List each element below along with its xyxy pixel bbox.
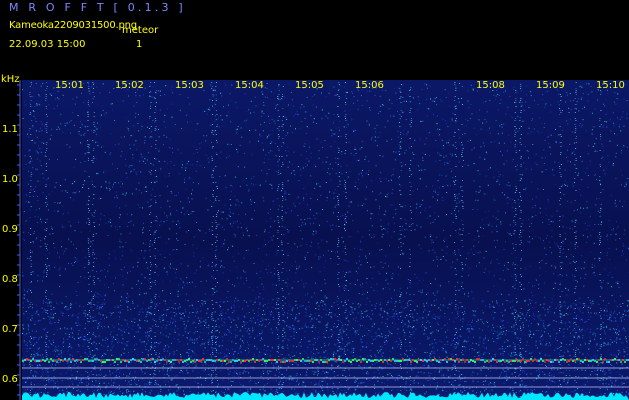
y-tick-0-7: 0.7 — [2, 324, 18, 335]
y-tick-1-1: 1.1 — [2, 124, 18, 135]
unit-label: kHz — [1, 74, 20, 85]
spectrogram — [17, 80, 629, 400]
spectrogram-background — [22, 80, 629, 400]
y-tick-0-6: 0.6 — [2, 374, 18, 385]
x-tick-1504: 15:04 — [235, 80, 264, 91]
x-tick-1505: 15:05 — [295, 80, 324, 91]
x-tick-1501: 15:01 — [55, 80, 84, 91]
x-tick-1508: 15:08 — [476, 80, 505, 91]
y-tick-0-8: 0.8 — [2, 274, 18, 285]
y-tick-0-9: 0.9 — [2, 224, 18, 235]
x-tick-1510: 15:10 — [596, 80, 625, 91]
x-tick-1503: 15:03 — [175, 80, 204, 91]
x-tick-1506: 15:06 — [355, 80, 384, 91]
y-tick-1-0: 1.0 — [2, 174, 18, 185]
x-tick-1502: 15:02 — [115, 80, 144, 91]
x-tick-1509: 15:09 — [536, 80, 565, 91]
